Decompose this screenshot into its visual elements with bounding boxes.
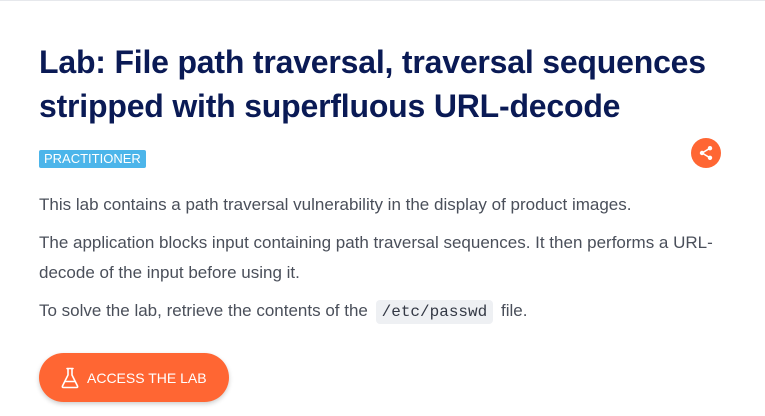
solve-prefix: To solve the lab, retrieve the contents … (39, 301, 368, 320)
solve-instruction: To solve the lab, retrieve the contents … (39, 296, 739, 327)
lab-restriction-text: The application blocks input containing … (39, 233, 713, 282)
access-lab-label: ACCESS THE LAB (87, 369, 207, 386)
access-lab-button[interactable]: ACCESS THE LAB (39, 353, 229, 402)
lab-description: This lab contains a path traversal vulne… (39, 195, 632, 214)
file-path-code: /etc/passwd (375, 300, 494, 324)
share-button[interactable] (691, 138, 721, 168)
flask-icon (61, 367, 79, 388)
solve-suffix: file. (500, 301, 528, 320)
level-badge: PRACTITIONER (39, 150, 146, 168)
share-icon (699, 146, 713, 160)
page-title: Lab: File path traversal, traversal sequ… (39, 44, 706, 124)
top-divider (0, 0, 765, 1)
